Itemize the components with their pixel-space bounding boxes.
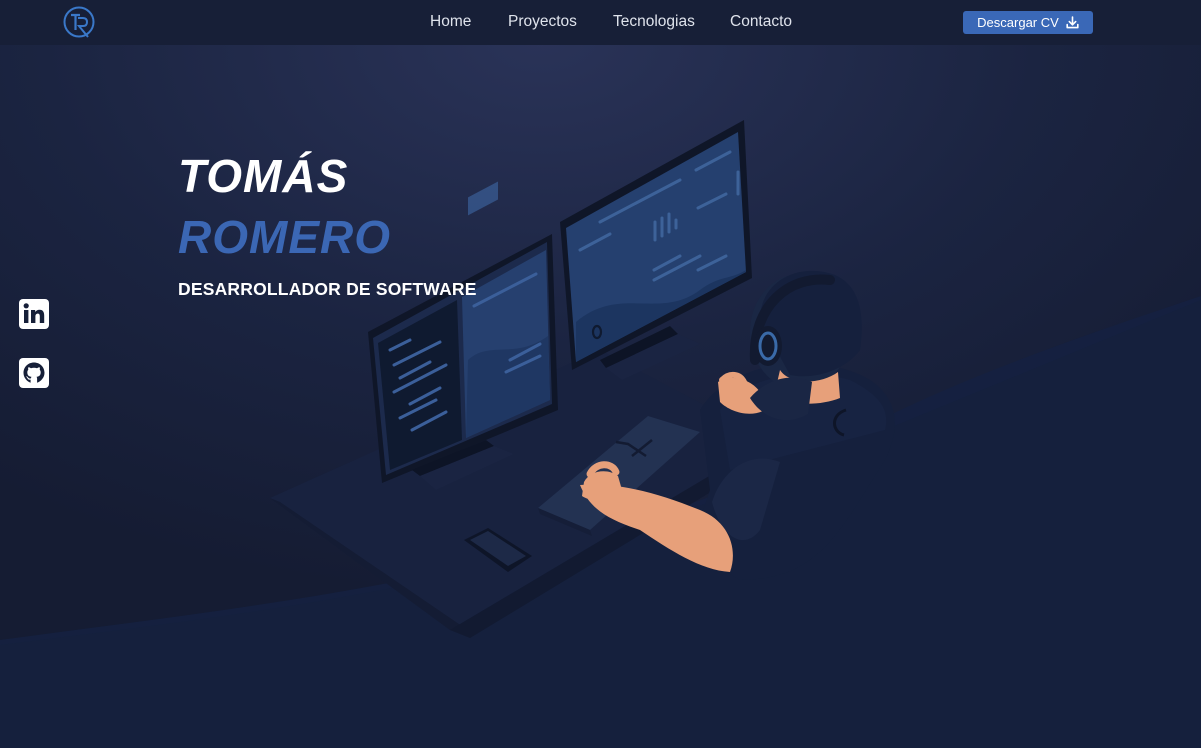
developer-illustration	[270, 120, 895, 638]
hero-first-name: TOMÁS	[178, 150, 349, 202]
linkedin-icon	[19, 299, 49, 329]
right-monitor	[560, 120, 752, 380]
nav-link-proyectos[interactable]: Proyectos	[508, 13, 577, 31]
github-link[interactable]	[19, 358, 49, 388]
nav-link-tecnologias[interactable]: Tecnologias	[613, 13, 695, 31]
nav-link-home[interactable]: Home	[430, 13, 471, 31]
github-icon	[19, 358, 49, 388]
hero-last-name: ROMERO	[178, 211, 391, 263]
hero-role: DESARROLLADOR DE SOFTWARE	[178, 279, 477, 299]
download-icon	[1066, 16, 1079, 29]
download-cv-label: Descargar CV	[977, 15, 1059, 30]
tr-monogram-logo[interactable]	[63, 5, 97, 41]
navbar: Home Proyectos Tecnologias Contacto Desc…	[0, 0, 1201, 45]
download-cv-button[interactable]: Descargar CV	[963, 11, 1093, 34]
nav-link-contacto[interactable]: Contacto	[730, 13, 792, 31]
linkedin-link[interactable]	[19, 299, 49, 329]
